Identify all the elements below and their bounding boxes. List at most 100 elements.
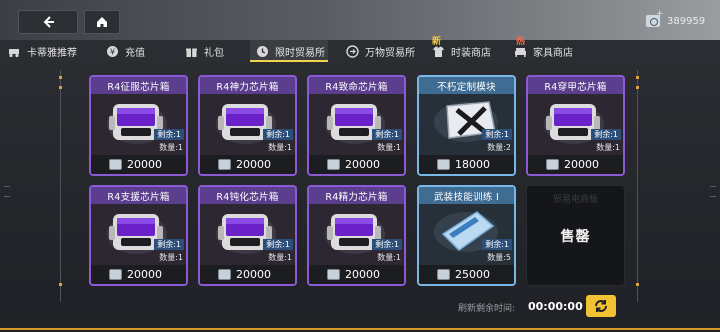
trade-icon	[346, 44, 359, 58]
item-quantity: 数量:1	[377, 143, 401, 152]
refresh-label: 刷新剩余时间:	[458, 304, 516, 314]
chip-coin-icon	[109, 159, 122, 170]
gift-icon	[185, 45, 198, 58]
chip-coin-icon	[437, 159, 450, 170]
tab-label: 充值	[125, 47, 145, 59]
item-quantity: 数量:1	[268, 253, 292, 262]
rover-icon	[8, 45, 21, 58]
item-name: 不朽定制模块	[419, 77, 514, 94]
item-price: 20000	[345, 158, 380, 171]
tab-furniture-shop[interactable]: 家具商店	[514, 40, 573, 62]
currency-display[interactable]: + 389959	[645, 9, 706, 30]
item-price-bar: 20000	[200, 265, 295, 284]
item-name: R4神力芯片箱	[200, 77, 295, 94]
tab-fashion-shop[interactable]: 时装商店 热	[432, 37, 525, 62]
tab-label: 万物贸易所	[365, 47, 415, 59]
item-stock: 剩余:1	[482, 239, 512, 250]
item-stock: 剩余:1	[263, 239, 293, 250]
item-name: R4钝化芯片箱	[200, 187, 295, 204]
shop-item-card[interactable]: 武装技能训练 I 剩余:1 数量:5 25000	[417, 185, 516, 286]
chip-coin-icon	[327, 159, 340, 170]
item-quantity: 数量:1	[268, 143, 292, 152]
shirt-icon	[432, 45, 445, 58]
back-button[interactable]	[18, 10, 78, 34]
shop-panel: R4征服芯片箱剩余:1 数量:1 20000 R4神力芯片箱剩余:1 数量:1 20000…	[0, 62, 720, 332]
item-name: R4致命芯片箱	[309, 77, 404, 94]
item-price-bar: 20000	[91, 155, 186, 174]
yen-icon: ¥	[106, 45, 119, 58]
item-stock: 剩余:1	[154, 239, 184, 250]
sold-out-label: 售罄	[560, 229, 591, 245]
item-stock: 剩余:1	[263, 129, 293, 140]
item-name: R4征服芯片箱	[91, 77, 186, 94]
home-button[interactable]	[84, 10, 120, 34]
item-name: R4精力芯片箱	[309, 187, 404, 204]
shop-item-card[interactable]: R4钝化芯片箱剩余:1 数量:1 20000	[198, 185, 297, 286]
item-quantity: 数量:2	[487, 143, 511, 152]
item-quantity: 数量:1	[377, 253, 401, 262]
tab-label: 时装商店	[451, 47, 491, 59]
shop-item-card[interactable]: R4征服芯片箱剩余:1 数量:1 20000	[89, 75, 188, 176]
item-quantity: 数量:1	[159, 143, 183, 152]
shop-item-card[interactable]: R4神力芯片箱剩余:1 数量:1 20000	[198, 75, 297, 176]
chip-coin-icon: +	[645, 9, 664, 28]
tab-label: 卡蒂雅推荐	[27, 47, 77, 59]
tab-all-trade[interactable]: 万物贸易所 新	[346, 37, 441, 62]
item-stock: 剩余:1	[591, 129, 621, 140]
item-price: 18000	[455, 158, 490, 171]
shop-item-card[interactable]: R4致命芯片箱剩余:1 数量:1 20000	[307, 75, 406, 176]
item-price-bar: 20000	[528, 155, 623, 174]
tab-label: 限时贸易所	[275, 47, 325, 59]
refresh-button[interactable]	[586, 295, 616, 317]
tab-limited-trade[interactable]: 限时贸易所	[250, 40, 328, 62]
item-price-bar: 20000	[309, 155, 404, 174]
shop-item-card[interactable]: R4支援芯片箱剩余:1 数量:1 20000	[89, 185, 188, 286]
chip-coin-icon	[218, 269, 231, 280]
item-stock: 剩余:1	[372, 239, 402, 250]
item-price: 20000	[345, 268, 380, 281]
item-quantity: 数量:1	[159, 253, 183, 262]
chip-coin-icon	[437, 269, 450, 280]
shop-item-card[interactable]: 不朽定制模块剩余:1 数量:2 18000	[417, 75, 516, 176]
clock-icon	[256, 45, 269, 58]
item-price: 20000	[236, 268, 271, 281]
item-price: 25000	[455, 268, 490, 281]
item-name: 武装技能训练 I	[419, 187, 514, 204]
item-price: 20000	[236, 158, 271, 171]
tab-recommend[interactable]: 卡蒂雅推荐	[8, 40, 77, 62]
chevron-left-icon	[43, 16, 54, 28]
chip-coin-icon	[327, 269, 340, 280]
tab-gift[interactable]: 礼包	[185, 40, 224, 62]
bottom-accent-line	[0, 328, 720, 330]
item-price-bar: 20000	[309, 265, 404, 284]
shop-item-card[interactable]: R4精力芯片箱剩余:1 数量:1 20000	[307, 185, 406, 286]
shop-item-card[interactable]: R4穿甲芯片箱剩余:1 数量:1 20000	[526, 75, 625, 176]
sold-out-card: 贸易电商板 售罄	[526, 185, 625, 286]
item-quantity: 数量:5	[487, 253, 511, 262]
item-quantity: 数量:1	[596, 143, 620, 152]
tab-label: 礼包	[204, 47, 224, 59]
item-price: 20000	[127, 158, 162, 171]
chip-coin-icon	[109, 269, 122, 280]
shop-tabs: 卡蒂雅推荐 ¥ 充值 礼包 限时贸易所 万物贸易所 新 时装商店 热 家具商店	[0, 37, 720, 62]
item-price-bar: 20000	[91, 265, 186, 284]
top-bar: + 389959	[0, 0, 720, 40]
refresh-timer: 00:00:00	[528, 300, 583, 313]
item-price-bar: 25000	[419, 265, 514, 284]
item-stock: 剩余:1	[154, 129, 184, 140]
item-price: 20000	[564, 158, 599, 171]
home-icon	[97, 17, 107, 27]
item-stock: 剩余:1	[372, 129, 402, 140]
chip-coin-icon	[218, 159, 231, 170]
item-price: 20000	[127, 268, 162, 281]
item-name: R4支援芯片箱	[91, 187, 186, 204]
sold-out-ghost-label: 贸易电商板	[552, 195, 598, 205]
item-name: R4穿甲芯片箱	[528, 77, 623, 94]
currency-amount: 389959	[667, 15, 706, 27]
svg-text:¥: ¥	[110, 47, 115, 56]
chip-coin-icon	[546, 159, 559, 170]
tab-recharge[interactable]: ¥ 充值	[106, 40, 145, 62]
item-stock: 剩余:1	[482, 129, 512, 140]
sofa-icon	[514, 45, 527, 58]
item-price-bar: 20000	[200, 155, 295, 174]
